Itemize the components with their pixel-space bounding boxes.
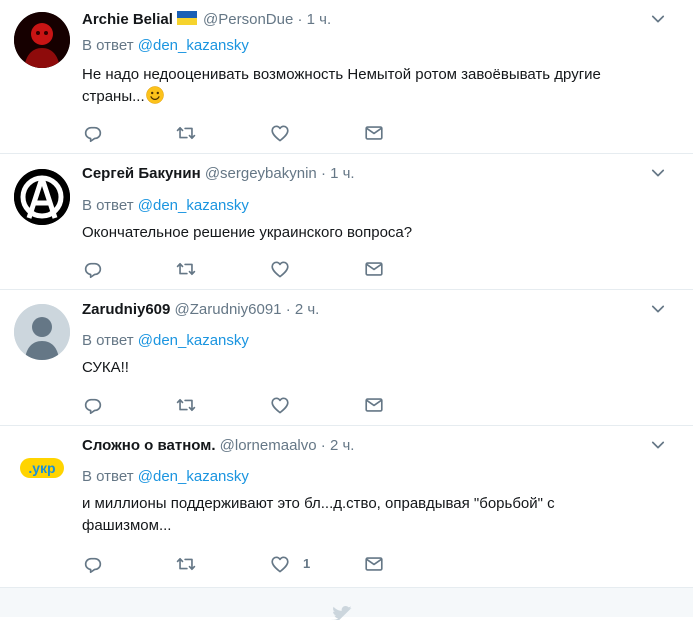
tweet-header: Archie Belial @PersonDue · 1 ч. (82, 10, 331, 30)
avatar[interactable] (14, 12, 70, 68)
retweet-icon[interactable] (175, 553, 197, 575)
user-handle[interactable]: @PersonDue (203, 11, 293, 28)
reply-prefix: В ответ (82, 197, 134, 214)
user-name[interactable]: Сложно о ватном. (82, 437, 215, 454)
separator-dot: · (320, 437, 326, 454)
avatar[interactable] (14, 169, 70, 225)
ukraine-flag-icon (176, 11, 197, 25)
twitter-bird-icon (331, 606, 352, 620)
tweet-header: Сергей Бакунин @sergeybakynin · 1 ч. (82, 164, 355, 184)
tweet-text-line: Окончательное решение украинского вопрос… (82, 224, 413, 241)
direct-message-icon[interactable] (363, 394, 385, 416)
reply-prefix: В ответ (82, 332, 134, 349)
reply-icon[interactable] (82, 258, 104, 280)
reply-mention-link[interactable]: @den_kazansky (138, 197, 249, 214)
reply-prefix: В ответ (82, 37, 134, 54)
chevron-down-icon[interactable] (649, 436, 667, 454)
tweet-text-line: Не надо недооценивать возможность Немыто… (82, 66, 601, 83)
like-icon[interactable] (269, 122, 291, 144)
chevron-down-icon[interactable] (649, 300, 667, 318)
user-handle[interactable]: @Zarudniy6091 (175, 301, 282, 318)
direct-message-icon[interactable] (363, 122, 385, 144)
tweet-text: СУКА!! (82, 357, 662, 379)
tweet-actions: 1 (82, 553, 402, 575)
direct-message-icon[interactable] (363, 553, 385, 575)
tweet-actions (82, 122, 402, 144)
reply-mention-link[interactable]: @den_kazansky (138, 37, 249, 54)
like-icon[interactable] (269, 394, 291, 416)
separator-dot: · (297, 11, 303, 28)
timestamp[interactable]: 1 ч. (307, 11, 332, 28)
smiley-emoji-icon (145, 86, 164, 104)
tweet-text-line: СУКА!! (82, 359, 129, 376)
tweet-card[interactable]: Archie Belial @PersonDue · 1 ч. В ответ … (0, 0, 693, 154)
user-name[interactable]: Zarudniy609 (82, 301, 170, 318)
tweet-text: Окончательное решение украинского вопрос… (82, 222, 662, 244)
reply-mention-link[interactable]: @den_kazansky (138, 468, 249, 485)
tweet-text-line: и миллионы поддерживают это бл...д.ство,… (82, 495, 555, 512)
tweet-card[interactable]: Zarudniy609 @Zarudniy6091 · 2 ч. В ответ… (0, 290, 693, 426)
tweet-actions (82, 258, 402, 280)
avatar-label: .укр (28, 460, 55, 476)
timeline-footer (0, 588, 693, 620)
chevron-down-icon[interactable] (649, 10, 667, 28)
reply-context: В ответ @den_kazansky (82, 196, 249, 216)
retweet-icon[interactable] (175, 394, 197, 416)
reply-context: В ответ @den_kazansky (82, 36, 249, 56)
like-count: 1 (303, 556, 311, 571)
like-icon[interactable] (269, 258, 291, 280)
reply-icon[interactable] (82, 553, 104, 575)
avatar[interactable]: .укр (14, 440, 70, 496)
avatar[interactable] (14, 304, 70, 360)
tweet-header: Сложно о ватном. @lornemaalvo · 2 ч. (82, 436, 354, 456)
like-icon[interactable] (269, 553, 291, 575)
user-handle[interactable]: @sergeybakynin (205, 165, 317, 182)
reply-mention-link[interactable]: @den_kazansky (138, 332, 249, 349)
tweet-actions (82, 394, 402, 416)
reply-context: В ответ @den_kazansky (82, 467, 249, 487)
tweet-text-line: страны... (82, 88, 145, 105)
tweet-text-line: фашизмом... (82, 517, 172, 534)
user-name[interactable]: Сергей Бакунин (82, 165, 201, 182)
user-handle[interactable]: @lornemaalvo (220, 437, 317, 454)
separator-dot: · (285, 301, 291, 318)
timestamp[interactable]: 1 ч. (330, 165, 355, 182)
separator-dot: · (320, 165, 326, 182)
tweet-card[interactable]: .укр Сложно о ватном. @lornemaalvo · 2 ч… (0, 426, 693, 588)
retweet-icon[interactable] (175, 122, 197, 144)
reply-icon[interactable] (82, 394, 104, 416)
retweet-icon[interactable] (175, 258, 197, 280)
tweet-text: и миллионы поддерживают это бл...д.ство,… (82, 493, 662, 537)
tweet-text-line-2: страны... (82, 86, 662, 108)
timestamp[interactable]: 2 ч. (295, 301, 320, 318)
tweet-header: Zarudniy609 @Zarudniy6091 · 2 ч. (82, 300, 319, 320)
tweet-text: Не надо недооценивать возможность Немыто… (82, 64, 662, 108)
tweet-card[interactable]: Сергей Бакунин @sergeybakynin · 1 ч. В о… (0, 154, 693, 290)
reply-icon[interactable] (82, 122, 104, 144)
timestamp[interactable]: 2 ч. (330, 437, 355, 454)
direct-message-icon[interactable] (363, 258, 385, 280)
user-name[interactable]: Archie Belial (82, 11, 173, 28)
reply-context: В ответ @den_kazansky (82, 331, 249, 351)
reply-prefix: В ответ (82, 468, 134, 485)
chevron-down-icon[interactable] (649, 164, 667, 182)
